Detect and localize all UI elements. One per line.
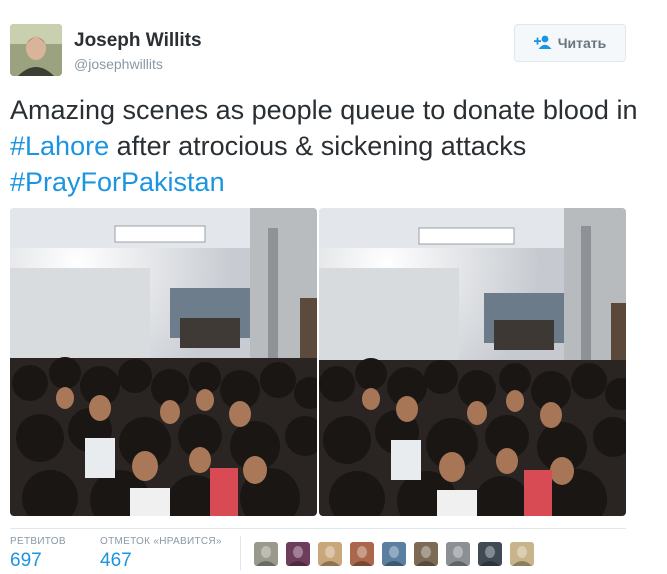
liker-avatar[interactable] — [414, 542, 438, 566]
liker-avatar[interactable] — [382, 542, 406, 566]
follow-button-label: Читать — [557, 35, 607, 51]
liker-avatar[interactable] — [286, 542, 310, 566]
tweet-text-part: after atrocious & sickening attacks — [109, 131, 527, 161]
tweet-photo-2[interactable] — [319, 208, 626, 516]
author-avatar[interactable] — [10, 24, 62, 76]
liker-avatar[interactable] — [350, 542, 374, 566]
follow-button[interactable]: Читать — [514, 24, 626, 62]
follow-user-icon — [533, 35, 552, 52]
liker-avatar[interactable] — [510, 542, 534, 566]
tweet-text: Amazing scenes as people queue to donate… — [10, 92, 650, 200]
hashtag-prayforpakistan[interactable]: #PrayForPakistan — [10, 167, 225, 197]
stats-separator — [240, 536, 241, 570]
retweets-label[interactable]: РЕТВИТОВ — [10, 536, 66, 547]
retweets-count[interactable]: 697 — [10, 550, 42, 572]
author-name[interactable]: Joseph Willits — [74, 30, 202, 52]
stats-divider — [10, 528, 626, 529]
liker-avatar[interactable] — [254, 542, 278, 566]
likes-label[interactable]: ОТМЕТОК «НРАВИТСЯ» — [100, 536, 222, 547]
hashtag-lahore[interactable]: #Lahore — [10, 131, 109, 161]
likes-count[interactable]: 467 — [100, 550, 132, 572]
liker-avatar[interactable] — [446, 542, 470, 566]
author-handle[interactable]: @josephwillits — [74, 56, 163, 72]
tweet-text-part: Amazing scenes as people queue to donate… — [10, 95, 638, 125]
tweet-photo-1[interactable] — [10, 208, 317, 516]
liker-avatar[interactable] — [478, 542, 502, 566]
liker-avatar[interactable] — [318, 542, 342, 566]
